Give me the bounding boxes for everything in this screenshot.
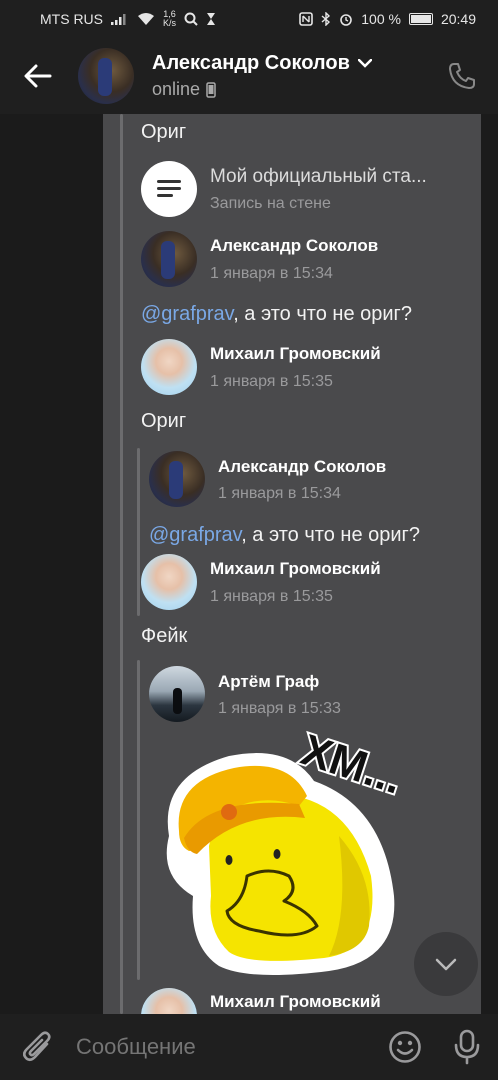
sticker[interactable]: ХМ... bbox=[149, 726, 409, 982]
clock: 20:49 bbox=[440, 11, 476, 27]
battery-percent: 100 % bbox=[361, 11, 401, 27]
emoji-button[interactable] bbox=[374, 1014, 436, 1080]
mention-link[interactable]: @grafprav bbox=[149, 524, 241, 546]
chevron-down-icon bbox=[357, 59, 372, 68]
bluetooth-icon bbox=[321, 12, 331, 26]
mention-link[interactable]: @grafprav bbox=[141, 303, 233, 325]
nfc-icon bbox=[299, 12, 314, 26]
forward-line bbox=[137, 448, 140, 616]
message-time: 1 января в 15:34 bbox=[210, 265, 333, 282]
document-lines-icon bbox=[157, 180, 181, 197]
message-text: @grafprav, а это что не ориг? bbox=[141, 303, 412, 325]
wall-post-subtitle: Запись на стене bbox=[210, 195, 331, 212]
message-text: Ориг bbox=[141, 121, 187, 143]
sender-name[interactable]: Александр Соколов bbox=[210, 236, 378, 256]
contact-avatar[interactable] bbox=[78, 48, 134, 104]
chat-header: Александр Соколов online bbox=[0, 38, 498, 114]
chevron-down-icon bbox=[435, 958, 457, 970]
sender-name[interactable]: Михаил Громовский bbox=[210, 992, 381, 1012]
contact-info[interactable]: Александр Соколов online bbox=[152, 52, 432, 100]
back-button[interactable] bbox=[0, 38, 76, 114]
voice-message-button[interactable] bbox=[436, 1014, 498, 1080]
contact-status: online bbox=[152, 79, 201, 99]
wall-post-icon[interactable] bbox=[141, 161, 197, 217]
avatar[interactable] bbox=[149, 451, 205, 507]
avatar[interactable] bbox=[141, 231, 197, 287]
message-text: @grafprav, а это что не ориг? bbox=[149, 524, 420, 546]
scroll-down-button[interactable] bbox=[414, 932, 478, 996]
message-text: Ориг bbox=[141, 410, 187, 432]
wifi-icon bbox=[138, 13, 154, 25]
message-time: 1 января в 15:35 bbox=[210, 373, 333, 390]
paperclip-icon bbox=[23, 1031, 51, 1062]
hourglass-icon bbox=[207, 13, 216, 25]
battery-icon bbox=[408, 13, 433, 25]
forward-line bbox=[120, 114, 123, 1014]
microphone-icon bbox=[454, 1029, 480, 1065]
mobile-icon bbox=[206, 81, 216, 98]
network-speed: 1,6 K/s bbox=[163, 9, 177, 28]
message-time: 1 января в 15:35 bbox=[210, 588, 333, 605]
sender-name[interactable]: Александр Соколов bbox=[218, 457, 386, 477]
contact-name: Александр Соколов bbox=[152, 52, 350, 74]
message-bubble[interactable]: Ориг Мой официальный ста... Запись на ст… bbox=[103, 114, 481, 1014]
signal-icon bbox=[111, 14, 126, 25]
sender-name[interactable]: Михаил Громовский bbox=[210, 344, 381, 364]
call-button[interactable] bbox=[432, 38, 492, 114]
message-time: 1 января в 15:33 bbox=[218, 700, 341, 717]
status-bar: MTS RUS 1,6 K/s 100 % 20:49 bbox=[0, 0, 498, 38]
message-composer bbox=[0, 1014, 498, 1080]
sender-name[interactable]: Артём Граф bbox=[218, 672, 319, 692]
message-list[interactable]: Ориг Мой официальный ста... Запись на ст… bbox=[0, 114, 498, 1014]
smile-icon bbox=[389, 1031, 421, 1063]
attach-button[interactable] bbox=[0, 1014, 76, 1080]
avatar[interactable] bbox=[149, 666, 205, 722]
arrow-left-icon bbox=[24, 64, 52, 88]
search-icon bbox=[184, 12, 198, 26]
avatar[interactable] bbox=[141, 554, 197, 610]
message-input[interactable] bbox=[76, 1034, 374, 1060]
message-text: Фейк bbox=[141, 625, 188, 647]
sender-name[interactable]: Михаил Громовский bbox=[210, 559, 381, 579]
carrier-label: MTS RUS bbox=[40, 11, 103, 27]
avatar[interactable] bbox=[141, 988, 197, 1014]
phone-icon bbox=[449, 63, 475, 89]
forward-line bbox=[137, 660, 140, 980]
message-time: 1 января в 15:34 bbox=[218, 485, 341, 502]
avatar[interactable] bbox=[141, 339, 197, 395]
wall-post-title[interactable]: Мой официальный ста... bbox=[210, 166, 427, 188]
alarm-icon bbox=[340, 14, 353, 26]
